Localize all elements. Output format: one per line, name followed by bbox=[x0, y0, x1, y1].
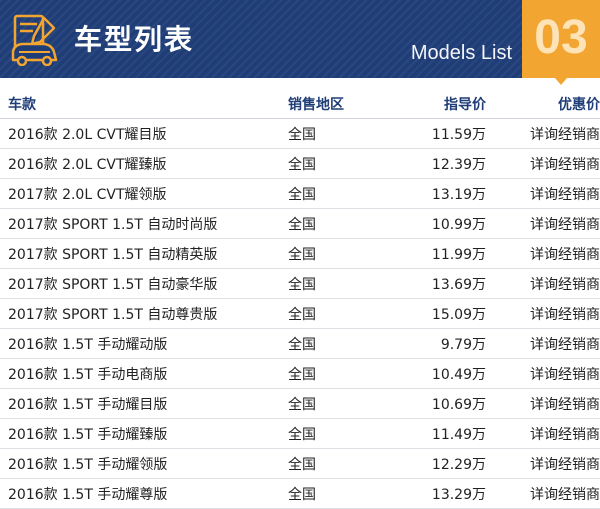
region-cell: 全国 bbox=[288, 448, 388, 479]
msrp-cell: 10.49万 bbox=[388, 358, 486, 389]
model-cell: 2016款 1.5T 手动耀尊版 bbox=[0, 478, 288, 509]
region-cell: 全国 bbox=[288, 358, 388, 389]
model-cell: 2016款 1.5T 手动耀动版 bbox=[0, 328, 288, 359]
column-header-region: 销售地区 bbox=[288, 90, 388, 119]
model-cell: 2017款 2.0L CVT耀领版 bbox=[0, 178, 288, 209]
discount-cell: 详询经销商 bbox=[486, 418, 600, 449]
region-cell: 全国 bbox=[288, 328, 388, 359]
table-row: 2016款 1.5T 手动耀目版 全国 10.69万 详询经销商 bbox=[0, 388, 600, 419]
region-cell: 全国 bbox=[288, 208, 388, 239]
model-cell: 2017款 SPORT 1.5T 自动精英版 bbox=[0, 238, 288, 269]
model-cell: 2016款 2.0L CVT耀臻版 bbox=[0, 148, 288, 179]
table-row: 2016款 1.5T 手动耀臻版 全国 11.49万 详询经销商 bbox=[0, 418, 600, 449]
region-cell: 全国 bbox=[288, 238, 388, 269]
model-cell: 2016款 1.5T 手动耀臻版 bbox=[0, 418, 288, 449]
models-table: 车款 销售地区 指导价 优惠价 2016款 2.0L CVT耀目版 全国 11.59… bbox=[0, 90, 600, 509]
msrp-cell: 9.79万 bbox=[388, 328, 486, 359]
msrp-cell: 11.49万 bbox=[388, 418, 486, 449]
discount-cell: 详询经销商 bbox=[486, 268, 600, 299]
table-row: 2016款 2.0L CVT耀目版 全国 11.59万 详询经销商 bbox=[0, 118, 600, 149]
table-row: 2016款 1.5T 手动耀动版 全国 9.79万 详询经销商 bbox=[0, 328, 600, 359]
msrp-cell: 12.29万 bbox=[388, 448, 486, 479]
table-row: 2017款 SPORT 1.5T 自动时尚版 全国 10.99万 详询经销商 bbox=[0, 208, 600, 239]
page-title: 车型列表 bbox=[74, 23, 195, 56]
badge-pointer bbox=[555, 78, 567, 85]
column-header-msrp: 指导价 bbox=[388, 90, 486, 119]
region-cell: 全国 bbox=[288, 418, 388, 449]
discount-cell: 详询经销商 bbox=[486, 238, 600, 269]
model-cell: 2017款 SPORT 1.5T 自动尊贵版 bbox=[0, 298, 288, 329]
region-cell: 全国 bbox=[288, 268, 388, 299]
msrp-cell: 12.39万 bbox=[388, 148, 486, 179]
table-row: 2017款 2.0L CVT耀领版 全国 13.19万 详询经销商 bbox=[0, 178, 600, 209]
table-header-row: 车款 销售地区 指导价 优惠价 bbox=[0, 90, 600, 119]
discount-cell: 详询经销商 bbox=[486, 328, 600, 359]
region-cell: 全国 bbox=[288, 298, 388, 329]
model-cell: 2017款 SPORT 1.5T 自动豪华版 bbox=[0, 268, 288, 299]
discount-cell: 详询经销商 bbox=[486, 148, 600, 179]
region-cell: 全国 bbox=[288, 118, 388, 149]
table-row: 2017款 SPORT 1.5T 自动豪华版 全国 13.69万 详询经销商 bbox=[0, 268, 600, 299]
car-certificate-icon bbox=[11, 14, 58, 66]
msrp-cell: 13.19万 bbox=[388, 178, 486, 209]
page-subtitle: Models List bbox=[410, 42, 512, 64]
model-cell: 2016款 1.5T 手动耀领版 bbox=[0, 448, 288, 479]
model-cell: 2016款 2.0L CVT耀目版 bbox=[0, 118, 288, 149]
region-cell: 全国 bbox=[288, 178, 388, 209]
msrp-cell: 13.69万 bbox=[388, 268, 486, 299]
table-row: 2017款 SPORT 1.5T 自动尊贵版 全国 15.09万 详询经销商 bbox=[0, 298, 600, 329]
column-header-model: 车款 bbox=[0, 90, 288, 119]
discount-cell: 详询经销商 bbox=[486, 208, 600, 239]
table-row: 2016款 1.5T 手动耀领版 全国 12.29万 详询经销商 bbox=[0, 448, 600, 479]
msrp-cell: 11.99万 bbox=[388, 238, 486, 269]
section-number: 03 bbox=[534, 11, 588, 64]
column-header-discount: 优惠价 bbox=[486, 90, 600, 119]
msrp-cell: 15.09万 bbox=[388, 298, 486, 329]
discount-cell: 详询经销商 bbox=[486, 298, 600, 329]
region-cell: 全国 bbox=[288, 478, 388, 509]
section-number-badge: 03 bbox=[522, 0, 600, 78]
model-cell: 2017款 SPORT 1.5T 自动时尚版 bbox=[0, 208, 288, 239]
discount-cell: 详询经销商 bbox=[486, 358, 600, 389]
table-row: 2016款 1.5T 手动电商版 全国 10.49万 详询经销商 bbox=[0, 358, 600, 389]
discount-cell: 详询经销商 bbox=[486, 448, 600, 479]
page: 车型列表 Models List 03 车款 销售地区 指导价 优惠价 2016… bbox=[0, 0, 600, 509]
model-cell: 2016款 1.5T 手动耀目版 bbox=[0, 388, 288, 419]
msrp-cell: 11.59万 bbox=[388, 118, 486, 149]
table-row: 2016款 1.5T 手动耀尊版 全国 13.29万 详询经销商 bbox=[0, 478, 600, 509]
header-banner: 车型列表 Models List bbox=[0, 0, 600, 78]
region-cell: 全国 bbox=[288, 388, 388, 419]
msrp-cell: 13.29万 bbox=[388, 478, 486, 509]
table-row: 2016款 2.0L CVT耀臻版 全国 12.39万 详询经销商 bbox=[0, 148, 600, 179]
discount-cell: 详询经销商 bbox=[486, 178, 600, 209]
discount-cell: 详询经销商 bbox=[486, 118, 600, 149]
msrp-cell: 10.69万 bbox=[388, 388, 486, 419]
discount-cell: 详询经销商 bbox=[486, 478, 600, 509]
region-cell: 全国 bbox=[288, 148, 388, 179]
discount-cell: 详询经销商 bbox=[486, 388, 600, 419]
table-row: 2017款 SPORT 1.5T 自动精英版 全国 11.99万 详询经销商 bbox=[0, 238, 600, 269]
msrp-cell: 10.99万 bbox=[388, 208, 486, 239]
model-cell: 2016款 1.5T 手动电商版 bbox=[0, 358, 288, 389]
